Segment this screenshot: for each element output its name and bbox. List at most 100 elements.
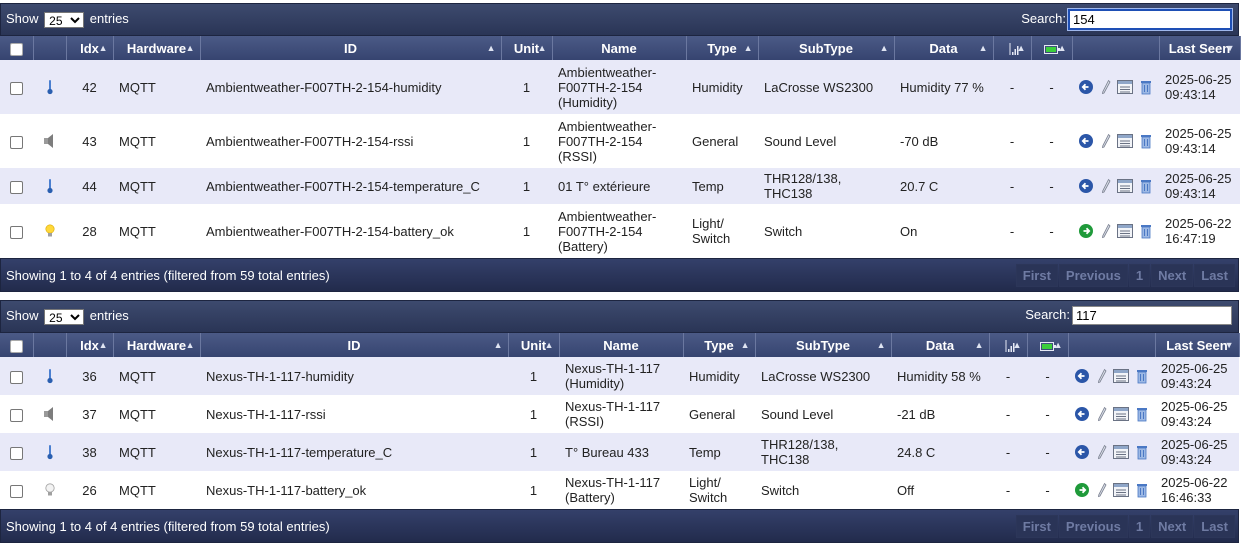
table-row[interactable]: 36 MQTT Nexus-TH-1-117-humidity 1 Nexus-… (0, 357, 1239, 395)
column-header-subtype[interactable]: SubType ▲ (758, 36, 895, 60)
row-select-cell[interactable] (0, 204, 33, 258)
delete-trash-icon[interactable] (1140, 178, 1152, 194)
log-graph-icon[interactable] (1078, 223, 1094, 239)
column-header-type[interactable]: Type ▲ (683, 333, 756, 357)
row-checkbox[interactable] (10, 225, 23, 239)
log-graph-icon[interactable] (1074, 482, 1090, 498)
page-length-select[interactable]: 25 (44, 308, 85, 325)
table-row[interactable]: 28 MQTT Ambientweather-F007TH-2-154-batt… (0, 204, 1240, 258)
edit-pencil-icon[interactable] (1101, 133, 1111, 149)
table-row[interactable]: 38 MQTT Nexus-TH-1-117-temperature_C 1 T… (0, 433, 1239, 471)
row-select-cell[interactable] (0, 60, 33, 114)
row-checkbox[interactable] (10, 370, 23, 384)
search-input[interactable] (1072, 306, 1232, 325)
column-header-unit[interactable]: Unit ▲ (501, 36, 553, 60)
row-checkbox[interactable] (10, 484, 23, 498)
pager-first-button[interactable]: First (1015, 264, 1058, 287)
column-header-idx[interactable]: Idx ▲ (66, 333, 114, 357)
pager-previous-button[interactable]: Previous (1058, 264, 1128, 287)
log-graph-icon[interactable] (1078, 133, 1094, 149)
delete-trash-icon[interactable] (1136, 444, 1148, 460)
log-graph-icon[interactable] (1074, 368, 1090, 384)
column-header-name[interactable]: Name (559, 333, 684, 357)
table-row[interactable]: 42 MQTT Ambientweather-F007TH-2-154-humi… (0, 60, 1240, 114)
log-list-icon[interactable] (1117, 134, 1134, 149)
delete-trash-icon[interactable] (1140, 133, 1152, 149)
select-all-header[interactable] (0, 36, 34, 60)
edit-pencil-icon[interactable] (1101, 223, 1111, 239)
log-graph-icon[interactable] (1074, 444, 1090, 460)
pager-first-button[interactable]: First (1015, 515, 1058, 538)
pager-last-button[interactable]: Last (1194, 515, 1235, 538)
pager-page-button[interactable]: 1 (1128, 515, 1151, 538)
column-header-signal[interactable]: ▲ (989, 333, 1028, 357)
log-list-icon[interactable] (1117, 80, 1134, 95)
pager-page-button[interactable]: 1 (1128, 264, 1151, 287)
edit-pencil-icon[interactable] (1101, 79, 1111, 95)
column-header-name[interactable]: Name (552, 36, 687, 60)
select-all-checkbox[interactable] (9, 339, 23, 353)
pager-last-button[interactable]: Last (1194, 264, 1235, 287)
log-graph-icon[interactable] (1074, 406, 1090, 422)
delete-trash-icon[interactable] (1136, 406, 1148, 422)
edit-pencil-icon[interactable] (1097, 406, 1107, 422)
last-seen-cell: 2025-06-25 09:43:24 (1155, 357, 1239, 395)
row-checkbox[interactable] (10, 180, 23, 194)
delete-trash-icon[interactable] (1140, 79, 1152, 95)
table-row[interactable]: 43 MQTT Ambientweather-F007TH-2-154-rssi… (0, 114, 1240, 168)
row-select-cell[interactable] (0, 471, 33, 509)
delete-trash-icon[interactable] (1140, 223, 1152, 239)
row-checkbox[interactable] (10, 446, 23, 460)
column-header-data[interactable]: Data ▲ (894, 36, 994, 60)
select-all-header[interactable] (0, 333, 34, 357)
row-checkbox[interactable] (10, 81, 23, 95)
search-input[interactable] (1067, 8, 1233, 31)
column-header-unit[interactable]: Unit ▲ (508, 333, 560, 357)
row-checkbox[interactable] (10, 135, 23, 149)
delete-trash-icon[interactable] (1136, 482, 1148, 498)
delete-trash-icon[interactable] (1136, 368, 1148, 384)
hardware-cell: MQTT (113, 357, 200, 395)
column-header-battery[interactable]: ▲ (1027, 333, 1069, 357)
log-graph-icon[interactable] (1078, 178, 1094, 194)
pager-previous-button[interactable]: Previous (1058, 515, 1128, 538)
pager-next-button[interactable]: Next (1151, 264, 1194, 287)
table-row[interactable]: 26 MQTT Nexus-TH-1-117-battery_ok 1 Nexu… (0, 471, 1239, 509)
edit-pencil-icon[interactable] (1097, 444, 1107, 460)
column-header-id[interactable]: ID ▲ (200, 36, 502, 60)
edit-pencil-icon[interactable] (1097, 482, 1107, 498)
select-all-checkbox[interactable] (9, 42, 23, 56)
row-select-cell[interactable] (0, 168, 33, 204)
row-select-cell[interactable] (0, 433, 33, 471)
column-header-idx[interactable]: Idx ▲ (66, 36, 114, 60)
table-row[interactable]: 37 MQTT Nexus-TH-1-117-rssi 1 Nexus-TH-1… (0, 395, 1239, 433)
pager-next-button[interactable]: Next (1151, 515, 1194, 538)
column-header-hardware[interactable]: Hardware ▲ (113, 333, 201, 357)
log-list-icon[interactable] (1117, 179, 1134, 194)
log-list-icon[interactable] (1113, 369, 1130, 384)
row-select-cell[interactable] (0, 395, 33, 433)
edit-pencil-icon[interactable] (1097, 368, 1107, 384)
column-header-last-seen[interactable]: Last Seen ▼ (1155, 333, 1240, 357)
column-header-signal[interactable]: ▲ (993, 36, 1032, 60)
row-select-cell[interactable] (0, 357, 33, 395)
table-row[interactable]: 44 MQTT Ambientweather-F007TH-2-154-temp… (0, 168, 1240, 204)
page-length-select[interactable]: 25 (44, 11, 85, 28)
column-header-id[interactable]: ID ▲ (200, 333, 509, 357)
unit-cell: 1 (501, 168, 552, 204)
edit-pencil-icon[interactable] (1101, 178, 1111, 194)
column-header-data[interactable]: Data ▲ (891, 333, 990, 357)
column-header-battery[interactable]: ▲ (1031, 36, 1073, 60)
log-list-icon[interactable] (1113, 483, 1130, 498)
row-select-cell[interactable] (0, 114, 33, 168)
icon-column-header (33, 333, 67, 357)
log-list-icon[interactable] (1117, 224, 1134, 239)
log-list-icon[interactable] (1113, 407, 1130, 422)
log-graph-icon[interactable] (1078, 79, 1094, 95)
column-header-hardware[interactable]: Hardware ▲ (113, 36, 201, 60)
column-header-last-seen[interactable]: Last Seen ▼ (1159, 36, 1241, 60)
column-header-subtype[interactable]: SubType ▲ (755, 333, 892, 357)
row-checkbox[interactable] (10, 408, 23, 422)
log-list-icon[interactable] (1113, 445, 1130, 460)
column-header-type[interactable]: Type ▲ (686, 36, 759, 60)
